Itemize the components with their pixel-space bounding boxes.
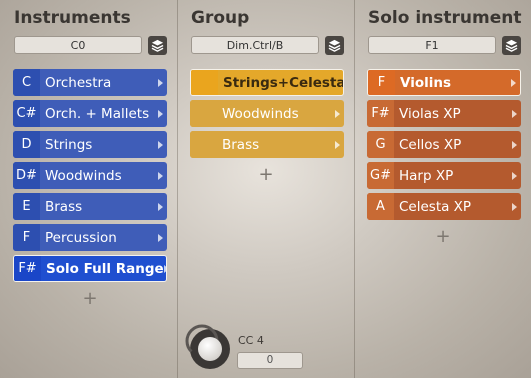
- item-label: Cellos XP: [399, 136, 462, 153]
- cc-label: CC 4: [238, 334, 264, 347]
- item-label: Brass: [45, 198, 83, 215]
- instruments-item-orchestra[interactable]: C Orchestra: [13, 69, 167, 96]
- instruments-item-strings[interactable]: D Strings: [13, 131, 167, 158]
- item-key-note: F#: [367, 100, 394, 127]
- chevron-right-icon[interactable]: [158, 109, 163, 118]
- chevron-right-icon[interactable]: [158, 171, 163, 180]
- item-label: Strings+Celesta: [223, 74, 344, 91]
- item-key-note: D#: [13, 162, 40, 189]
- add-instrument-plus-icon[interactable]: +: [80, 290, 100, 308]
- group-preset-field[interactable]: Dim.Ctrl/B: [191, 36, 319, 54]
- group-list: Strings+Celesta Woodwinds Brass: [190, 69, 344, 162]
- chevron-right-icon[interactable]: [158, 202, 163, 211]
- instruments-item-solo-full-range[interactable]: F# Solo Full Range: [13, 255, 167, 282]
- chevron-right-icon[interactable]: [512, 140, 517, 149]
- item-key-note: C: [13, 69, 40, 96]
- solo-item-violas-xp[interactable]: F# Violas XP: [367, 100, 521, 127]
- solo-instrument-column: Solo instrument F1 F Violins F# Violas XP G C…: [354, 0, 531, 378]
- item-key-note: D: [13, 131, 40, 158]
- group-preset-menu-button[interactable]: [325, 36, 344, 55]
- chevron-right-icon[interactable]: [511, 78, 516, 87]
- cc-value-field[interactable]: 0: [237, 352, 303, 369]
- chevron-right-icon[interactable]: [335, 109, 340, 118]
- solo-preset-field[interactable]: F1: [368, 36, 496, 54]
- item-label: Solo Full Range: [46, 260, 164, 277]
- item-label: Orchestra: [45, 74, 112, 91]
- group-item-woodwinds[interactable]: Woodwinds: [190, 100, 344, 127]
- item-label: Violins: [400, 74, 452, 91]
- chevron-right-icon[interactable]: [158, 233, 163, 242]
- item-label: Percussion: [45, 229, 117, 246]
- group-item-brass[interactable]: Brass: [190, 131, 344, 158]
- group-title: Group: [191, 8, 250, 28]
- item-label: Celesta XP: [399, 198, 472, 215]
- instruments-item-orch-mallets[interactable]: C# Orch. + Mallets: [13, 100, 167, 127]
- chevron-right-icon[interactable]: [335, 140, 340, 149]
- group-column: Group Dim.Ctrl/B Strings+Celesta Woodwind…: [177, 0, 354, 378]
- chevron-right-icon[interactable]: [163, 264, 166, 273]
- item-key-note: [190, 100, 217, 127]
- solo-item-harp-xp[interactable]: G# Harp XP: [367, 162, 521, 189]
- item-key-note: F: [13, 224, 40, 251]
- layers-icon: [505, 39, 518, 52]
- layers-icon: [151, 39, 164, 52]
- chevron-right-icon[interactable]: [158, 78, 163, 87]
- item-label: Harp XP: [399, 167, 454, 184]
- item-label: Woodwinds: [222, 105, 299, 122]
- item-label: Orch. + Mallets: [45, 105, 150, 122]
- instruments-title: Instruments: [14, 8, 131, 28]
- item-key-note: A: [367, 193, 394, 220]
- solo-item-celesta-xp[interactable]: A Celesta XP: [367, 193, 521, 220]
- instruments-preset-menu-button[interactable]: [148, 36, 167, 55]
- chevron-right-icon[interactable]: [158, 140, 163, 149]
- add-solo-instrument-plus-icon[interactable]: +: [433, 228, 453, 246]
- solo-preset-menu-button[interactable]: [502, 36, 521, 55]
- instruments-column: Instruments C0 C Orchestra C# Orch. + Malle…: [0, 0, 177, 378]
- instruments-item-brass[interactable]: E Brass: [13, 193, 167, 220]
- item-label: Strings: [45, 136, 93, 153]
- group-item-strings-celesta[interactable]: Strings+Celesta: [190, 69, 344, 96]
- chevron-right-icon[interactable]: [512, 171, 517, 180]
- solo-instrument-list: F Violins F# Violas XP G Cellos XP G# Harp XP A C…: [367, 69, 521, 224]
- item-label: Brass: [222, 136, 260, 153]
- item-key-note: G#: [367, 162, 394, 189]
- layers-icon: [328, 39, 341, 52]
- add-group-plus-icon[interactable]: +: [256, 166, 276, 184]
- instruments-item-percussion[interactable]: F Percussion: [13, 224, 167, 251]
- chevron-right-icon[interactable]: [512, 109, 517, 118]
- solo-instrument-title: Solo instrument: [368, 8, 522, 28]
- item-key-note: [191, 70, 218, 95]
- solo-item-cellos-xp[interactable]: G Cellos XP: [367, 131, 521, 158]
- item-key-note: E: [13, 193, 40, 220]
- cc-knob[interactable]: [185, 324, 230, 369]
- item-label: Woodwinds: [45, 167, 122, 184]
- chevron-right-icon[interactable]: [512, 202, 517, 211]
- instruments-preset-field[interactable]: C0: [14, 36, 142, 54]
- item-key-note: C#: [13, 100, 40, 127]
- item-key-note: F: [368, 70, 395, 95]
- instruments-list: C Orchestra C# Orch. + Mallets D Strings D# Woo…: [13, 69, 167, 286]
- item-key-note: F#: [14, 256, 41, 281]
- item-key-note: G: [367, 131, 394, 158]
- instruments-item-woodwinds[interactable]: D# Woodwinds: [13, 162, 167, 189]
- item-key-note: [190, 131, 217, 158]
- solo-item-violins[interactable]: F Violins: [367, 69, 521, 96]
- knob-cap: [198, 337, 222, 361]
- item-label: Violas XP: [399, 105, 461, 122]
